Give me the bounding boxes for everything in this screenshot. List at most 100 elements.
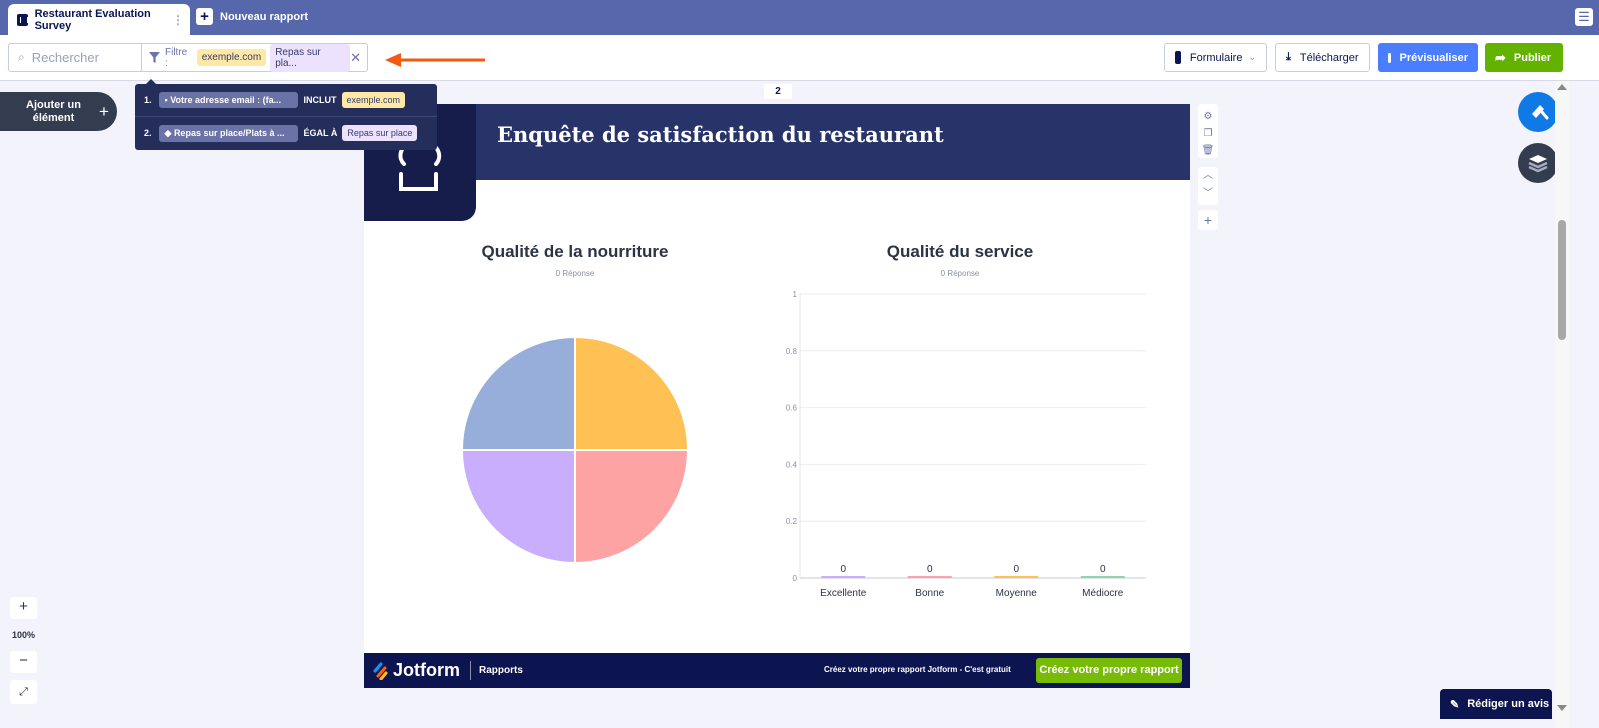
report-title: Enquête de satisfaction du restaurant [497,122,944,147]
y-tick-label: 0.4 [786,460,798,469]
arrow-annotation-icon [385,53,485,67]
publish-label: Publier [1513,51,1552,64]
new-report-label: Nouveau rapport [220,10,309,23]
rule-number: 2. [144,128,152,138]
pie-slice[interactable] [574,449,690,565]
publish-button[interactable]: ➦ Publier [1485,43,1563,72]
filter-bar[interactable]: Filtre : exemple.com Repas sur pla... ✕ [141,43,368,72]
pie-slice[interactable] [574,335,690,451]
jotform-logo-icon [373,662,388,680]
rule-field-label: Repas sur place/Plats à ... [173,127,285,138]
chevron-down-icon[interactable]: ﹀ [1198,185,1218,203]
chart-subtitle: 0 Réponse [555,269,595,278]
layers-icon [1528,155,1548,173]
tab-restaurant-evaluation-survey[interactable]: Restaurant Evaluation Survey ⋮ [8,4,190,35]
download-icon: ⤓ [1286,51,1291,63]
form-icon [1175,51,1181,64]
paint-roller-icon [1532,105,1549,120]
scrollbar-thumb[interactable] [1558,220,1566,340]
search-placeholder: Rechercher [31,50,99,65]
divider [470,661,471,680]
rule-field-label: Votre adresse email : (fa... [170,95,282,105]
share-arrow-icon: ➦ [1495,49,1506,65]
search-input[interactable]: ⌕ Rechercher [8,43,142,72]
form-dropdown[interactable]: Formulaire ⌄ [1164,43,1267,72]
y-tick-label: 0.2 [786,517,798,526]
bar[interactable] [907,576,952,578]
footer-brand: Jotform [393,660,460,680]
tab-label: Restaurant Evaluation Survey [34,7,151,32]
chevron-down-icon: ⌄ [1248,52,1256,62]
data-label: 0 [1100,564,1106,575]
rule-number: 1. [144,95,152,105]
clear-filter-icon[interactable]: ✕ [350,50,361,66]
filter-rule[interactable]: 2. ◆ Repas sur place/Plats à ... ÉGAL À … [135,117,437,149]
zoom-out-button[interactable]: − [10,651,37,673]
bar[interactable] [994,576,1039,578]
y-tick-label: 0.6 [786,404,798,413]
scrollbar[interactable] [1555,81,1569,728]
chart-title: Qualité du service [886,242,1034,261]
bar-chart-header: Qualité du service 0 Réponse [830,242,1090,278]
rule-field: ▪ Votre adresse email : (fa... [158,92,298,108]
preview-label: Prévisualiser [1399,51,1469,64]
y-tick-label: 1 [793,290,798,299]
new-report-button[interactable]: + Nouveau rapport [196,8,308,25]
hamburger-menu-icon[interactable]: ☰ [1575,8,1593,26]
y-tick-label: 0.8 [786,347,798,356]
filter-label: Filtre : [164,46,188,69]
zoom-level: 100% [11,630,36,640]
bar-chart: 0 0.2 0.4 0.6 0.8 1 0 Excellente 0 Bonne 0 Moyenne 0… [786,290,1146,599]
pie-slice[interactable] [460,449,576,565]
zoom-in-button[interactable]: + [10,597,37,619]
scroll-down-icon[interactable] [1557,705,1567,711]
scroll-up-icon[interactable] [1557,84,1567,90]
copy-icon[interactable]: ❐ [1198,125,1218,142]
bar[interactable] [1080,576,1125,578]
footer-promo: Créez votre propre rapport Jotform - C'e… [824,665,1011,674]
layers-button[interactable] [1518,143,1558,183]
chart-title: Qualité de la nourriture [481,242,669,261]
report-icon [17,13,28,26]
search-icon: ⌕ [18,50,25,64]
filter-chip[interactable]: exemple.com [196,49,267,66]
bar[interactable] [821,576,866,578]
trash-icon[interactable]: 🗑 [1198,142,1218,159]
pie-chart [460,335,690,565]
element-toolbar: ⚙ ❐ 🗑 ︿ ﹀ + [1198,104,1218,230]
rule-value: Repas sur place [342,125,418,141]
filter-icon [149,52,160,63]
play-icon [1388,52,1397,63]
y-tick-label: 0 [793,574,798,583]
create-report-button[interactable]: Créez votre propre rapport [1036,658,1182,683]
plus-icon: + [196,8,213,25]
preview-button[interactable]: Prévisualiser [1378,43,1478,72]
rule-operator: ÉGAL À [303,128,338,138]
chevron-up-icon[interactable]: ︿ [1198,167,1218,185]
x-tick-label: Médiocre [1082,588,1124,599]
fullscreen-icon[interactable]: ⤢ [10,680,37,704]
download-button[interactable]: ⤓ Télécharger [1275,43,1370,72]
add-element-label: Ajouter un élément [26,98,81,124]
plus-icon: + [99,102,109,121]
filter-chip[interactable]: Repas sur pla... [270,43,351,72]
more-vertical-icon[interactable]: ⋮ [172,13,184,27]
gear-icon[interactable]: ⚙ [1198,108,1218,125]
add-element-button[interactable]: Ajouter un élément + [0,92,117,131]
report-footer: Jotform Rapports Créez votre propre rapp… [364,653,1190,688]
x-tick-label: Excellente [820,588,867,599]
page-number: 2 [764,84,792,99]
rule-field: ◆ Repas sur place/Plats à ... [158,124,298,142]
x-tick-label: Moyenne [996,588,1038,599]
paint-roller-button[interactable] [1518,92,1558,132]
data-label: 0 [840,564,846,575]
rule-operator: INCLUT [303,95,337,105]
add-icon[interactable]: + [1198,210,1218,230]
write-review-button[interactable]: ✎ Rédiger un avis [1440,689,1552,719]
review-label: Rédiger un avis [1467,698,1550,710]
review-icon: ✎ [1450,698,1460,711]
filter-rule[interactable]: 1. ▪ Votre adresse email : (fa... INCLUT… [135,84,437,116]
footer-section: Rapports [479,665,523,676]
download-label: Télécharger [1299,51,1359,64]
pie-slice[interactable] [460,335,576,451]
